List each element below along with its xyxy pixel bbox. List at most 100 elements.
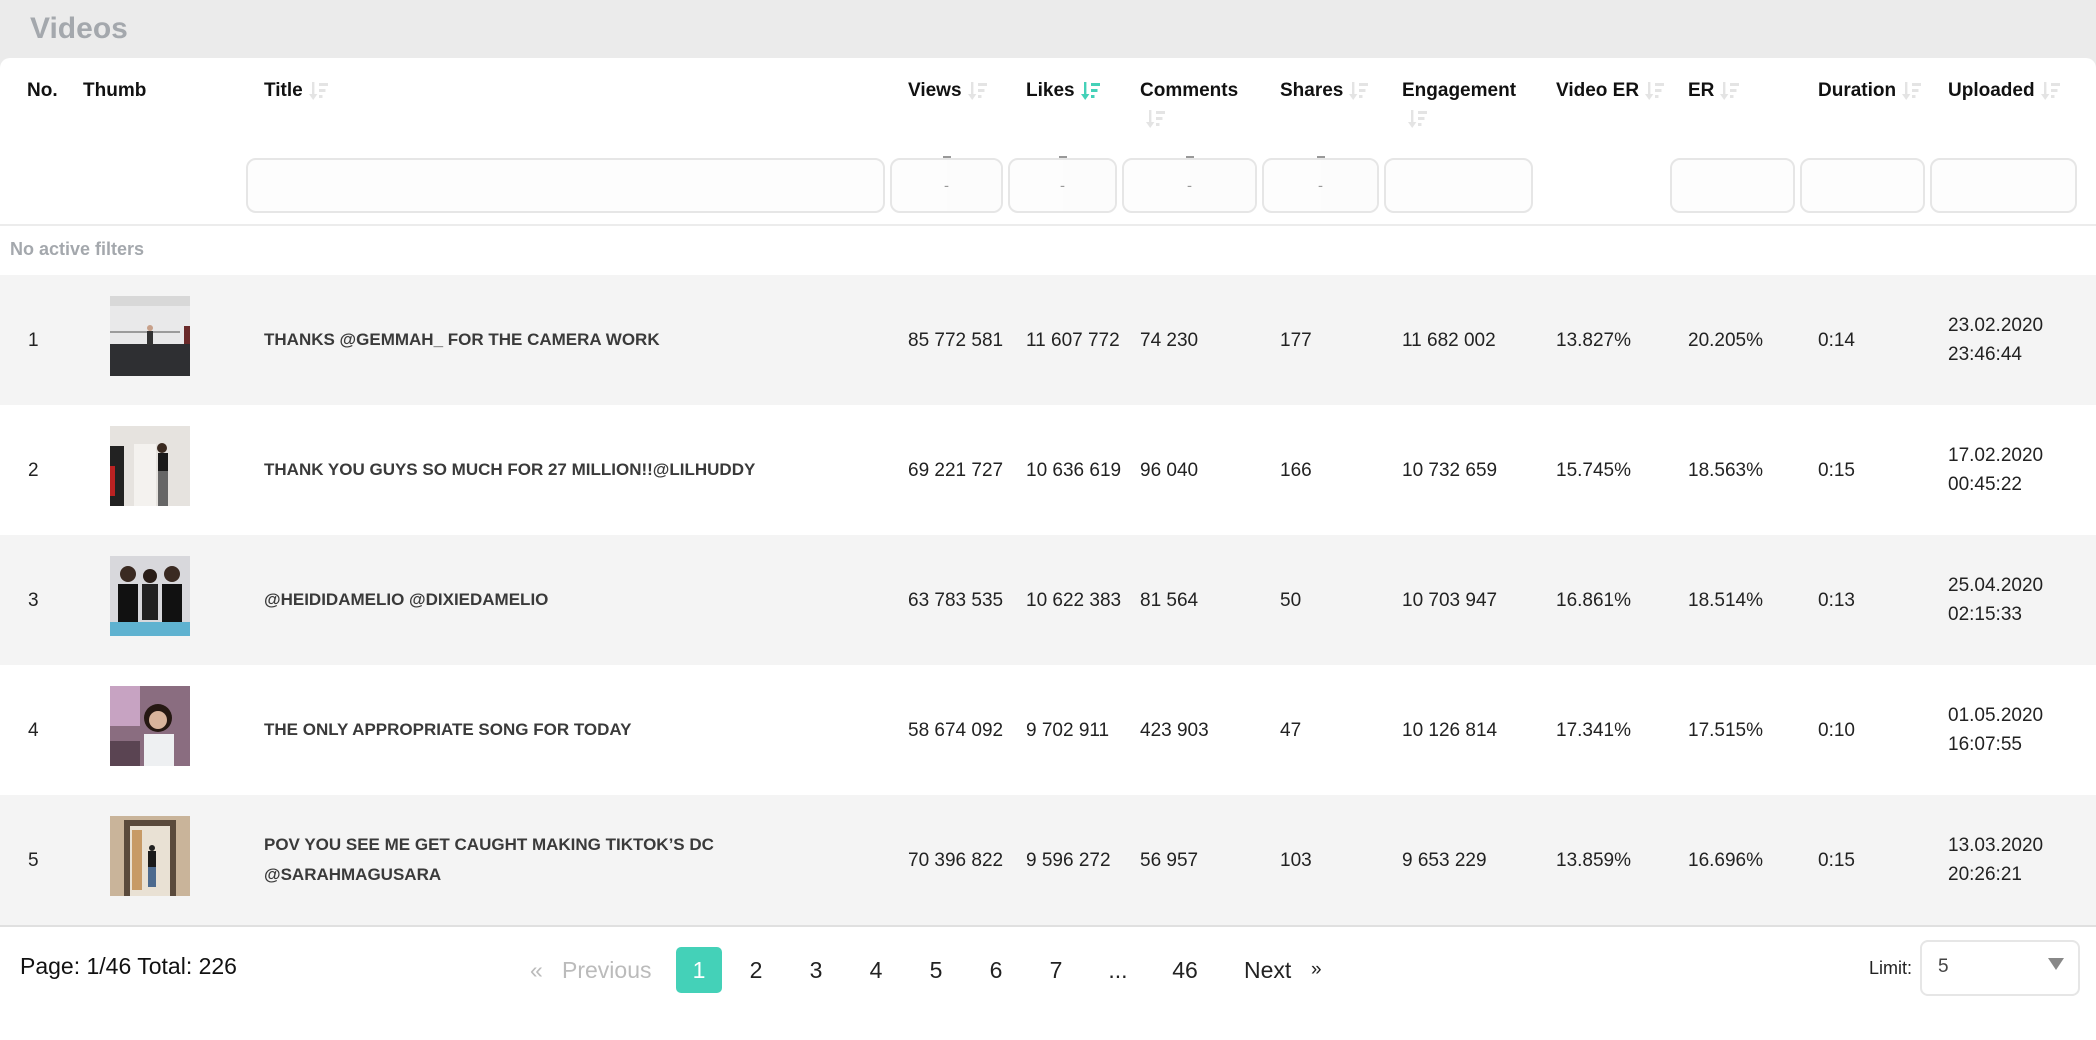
column-header-shares[interactable]: Shares — [1280, 80, 1369, 102]
likes-range-filter[interactable]: - — [1008, 156, 1117, 213]
range-max-input[interactable] — [1189, 160, 1255, 211]
column-header-uploaded[interactable]: Uploaded — [1948, 80, 2061, 102]
page-button[interactable]: 46 — [1160, 947, 1210, 993]
uploaded-filter-input[interactable] — [1930, 158, 2077, 213]
range-max-input[interactable] — [1320, 160, 1377, 211]
cell-comments: 423 903 — [1140, 665, 1260, 795]
sort-icon[interactable] — [1146, 108, 1166, 130]
sort-icon[interactable] — [967, 80, 988, 102]
column-label: Views — [908, 80, 962, 101]
range-slider-handle[interactable] — [1316, 156, 1325, 158]
page-button[interactable]: 6 — [973, 947, 1019, 993]
page-button[interactable]: 2 — [733, 947, 779, 993]
column-label: ER — [1688, 80, 1715, 101]
chevron-down-icon — [2048, 958, 2064, 970]
column-header-title[interactable]: Title — [264, 80, 329, 102]
column-header-engagement[interactable]: Engagement — [1402, 80, 1516, 102]
cell-shares: 103 — [1280, 795, 1380, 925]
cell-uploaded: 25.04.2020 02:15:33 — [1948, 535, 2088, 665]
table-row[interactable]: 4 THE ONLY APPROPRIATE SONG FOR TODAY 58 6… — [0, 665, 2096, 795]
er-value: 20.205% — [1688, 329, 1764, 351]
cell-uploaded: 23.02.2020 23:46:44 — [1948, 275, 2088, 405]
column-label: Duration — [1818, 80, 1897, 101]
limit-select[interactable]: 5 — [1920, 940, 2080, 996]
uploaded-datetime: 23.02.2020 23:46:44 — [1948, 311, 2043, 369]
table-row[interactable]: 5 POV YOU SEE ME GET CAUGHT MAKING TIKTOK… — [0, 795, 2096, 925]
uploaded-datetime: 25.04.2020 02:15:33 — [1948, 571, 2043, 629]
sort-icon[interactable] — [1720, 80, 1740, 102]
shares-range-filter[interactable]: - — [1262, 156, 1379, 213]
cell-no: 4 — [28, 665, 68, 795]
title-filter-input[interactable] — [246, 158, 885, 213]
sort-icon[interactable] — [1645, 80, 1665, 102]
cell-title[interactable]: THE ONLY APPROPRIATE SONG FOR TODAY — [264, 665, 884, 795]
engagement-value: 10 126 814 — [1402, 719, 1498, 741]
cell-title[interactable]: THANK YOU GUYS SO MUCH FOR 27 MILLION!!@… — [264, 405, 884, 535]
video-er-value: 13.859% — [1556, 849, 1632, 871]
cell-comments: 96 040 — [1140, 405, 1260, 535]
video-thumbnail[interactable] — [110, 686, 190, 766]
range-max-input[interactable] — [946, 160, 1001, 211]
cell-no: 1 — [28, 275, 68, 405]
column-label: Comments — [1140, 80, 1239, 101]
table-row[interactable]: 1 THANKS @GEMMAH_ FOR THE CAMERA WORK 85 7… — [0, 275, 2096, 405]
next-button[interactable]: Next — [1244, 947, 1291, 993]
no-value: 3 — [28, 589, 39, 611]
sort-icon[interactable] — [1408, 108, 1428, 130]
table-row[interactable]: 2 THANK YOU GUYS SO MUCH FOR 27 MILLION!!… — [0, 405, 2096, 535]
cell-comments: 56 957 — [1140, 795, 1260, 925]
video-thumbnail[interactable] — [110, 296, 190, 376]
page-button[interactable]: 3 — [793, 947, 839, 993]
range-slider-handle[interactable] — [1185, 156, 1194, 158]
page-button[interactable]: 7 — [1033, 947, 1079, 993]
page-button-current[interactable]: 1 — [676, 947, 722, 993]
er-value: 16.696% — [1688, 849, 1764, 871]
column-header-views[interactable]: Views — [908, 80, 988, 102]
uploaded-time: 20:26:21 — [1948, 864, 2022, 885]
sort-desc-active-icon[interactable] — [1080, 80, 1101, 102]
cell-er: 18.514% — [1688, 535, 1798, 665]
cell-engagement: 10 126 814 — [1402, 665, 1542, 795]
cell-er: 18.563% — [1688, 405, 1798, 535]
sort-icon[interactable] — [1349, 80, 1369, 102]
duration-filter-input[interactable] — [1800, 158, 1925, 213]
previous-button[interactable]: Previous — [562, 947, 651, 993]
cell-er: 20.205% — [1688, 275, 1798, 405]
cell-uploaded: 17.02.2020 00:45:22 — [1948, 405, 2088, 535]
engagement-filter-input[interactable] — [1384, 158, 1533, 213]
title-value: THANK YOU GUYS SO MUCH FOR 27 MILLION!!@… — [264, 460, 756, 479]
column-header-duration[interactable]: Duration — [1818, 80, 1922, 102]
range-max-input[interactable] — [1062, 160, 1115, 211]
video-thumbnail[interactable] — [110, 816, 190, 896]
table-row[interactable]: 3 @HEIDIDAMELIO @DIXIEDAMELIO 63 783 535 10… — [0, 535, 2096, 665]
column-header-likes[interactable]: Likes — [1026, 80, 1101, 102]
divider — [0, 925, 2096, 927]
video-thumbnail[interactable] — [110, 426, 190, 506]
cell-duration: 0:15 — [1818, 795, 1918, 925]
video-thumbnail[interactable] — [110, 556, 190, 636]
page-header: Videos — [0, 0, 2096, 58]
column-label: Engagement — [1402, 80, 1517, 101]
views-range-filter[interactable]: - — [890, 156, 1003, 213]
page-button[interactable]: 5 — [913, 947, 959, 993]
column-header-video-er[interactable]: Video ER — [1556, 80, 1665, 102]
comments-range-filter[interactable]: - — [1122, 156, 1257, 213]
sort-icon[interactable] — [308, 80, 329, 102]
sort-icon[interactable] — [1902, 80, 1922, 102]
page-button[interactable]: 4 — [853, 947, 899, 993]
likes-value: 11 607 772 — [1026, 329, 1120, 351]
range-slider-handle[interactable] — [942, 156, 951, 158]
cell-title[interactable]: POV YOU SEE ME GET CAUGHT MAKING TIKTOK’… — [264, 795, 884, 925]
column-header-thumb: Thumb — [83, 80, 146, 102]
next-arrow-icon[interactable]: » — [1311, 947, 1322, 993]
er-filter-input[interactable] — [1670, 158, 1795, 213]
column-header-er[interactable]: ER — [1688, 80, 1740, 102]
range-slider-handle[interactable] — [1058, 156, 1067, 158]
views-value: 85 772 581 — [908, 329, 1004, 351]
cell-title[interactable]: @HEIDIDAMELIO @DIXIEDAMELIO — [264, 535, 884, 665]
sort-icon[interactable] — [2040, 80, 2061, 102]
column-header-comments[interactable]: Comments — [1140, 80, 1238, 102]
er-value: 18.563% — [1688, 459, 1764, 481]
range-separator: - — [944, 177, 949, 194]
cell-title[interactable]: THANKS @GEMMAH_ FOR THE CAMERA WORK — [264, 275, 884, 405]
